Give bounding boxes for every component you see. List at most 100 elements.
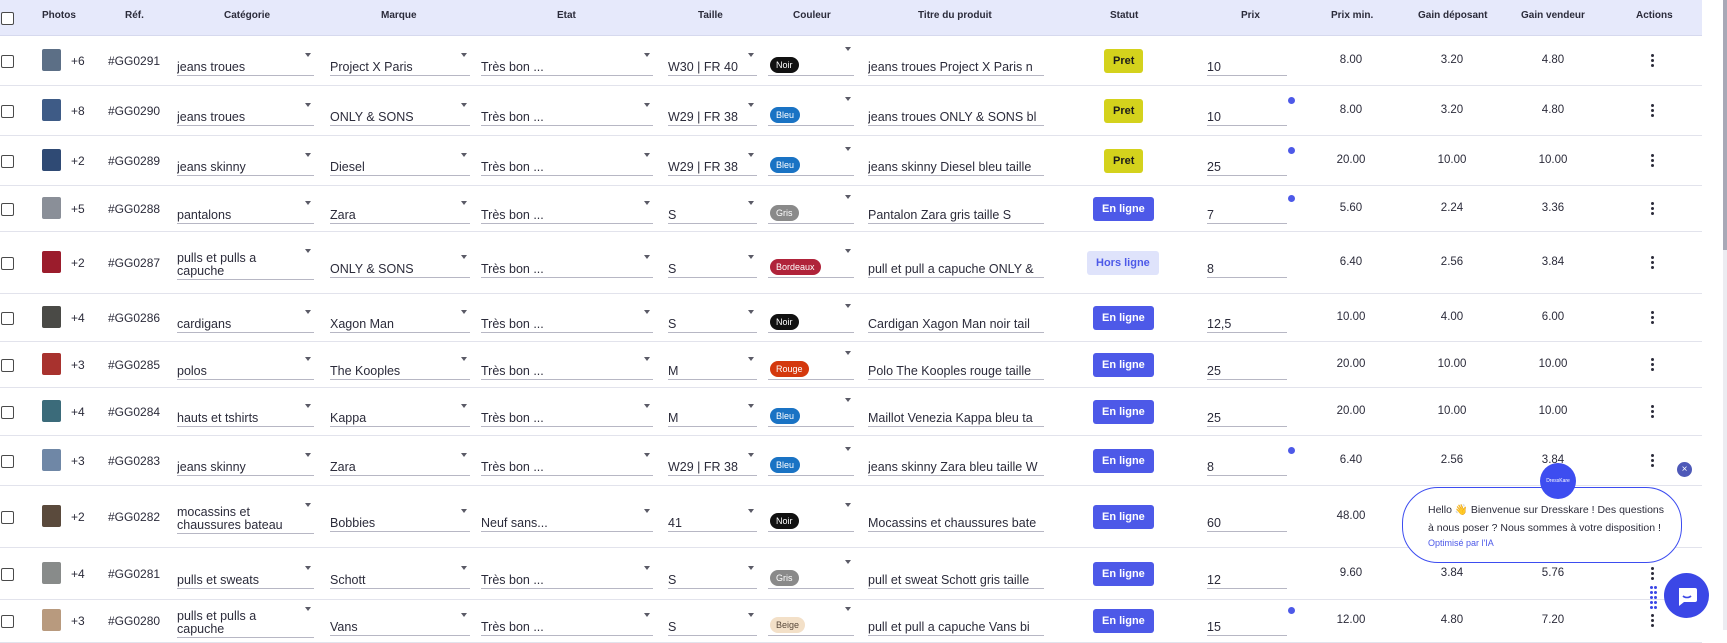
more-actions-icon[interactable] bbox=[1651, 154, 1655, 169]
etat-select[interactable]: Très bon ... bbox=[481, 255, 653, 278]
header-statut[interactable]: Statut bbox=[1110, 10, 1138, 21]
price-input[interactable]: 25 bbox=[1207, 159, 1287, 176]
marque-select[interactable]: ONLY & SONS bbox=[330, 255, 470, 278]
price-input[interactable]: 8 bbox=[1207, 459, 1287, 476]
product-title-input[interactable]: Cardigan Xagon Man noir tail bbox=[868, 316, 1044, 333]
header-etat[interactable]: Etat bbox=[557, 10, 576, 21]
row-checkbox[interactable] bbox=[1, 155, 14, 168]
price-input[interactable]: 12 bbox=[1207, 572, 1287, 589]
price-input[interactable]: 60 bbox=[1207, 515, 1287, 532]
categorie-select[interactable]: pulls et pulls a capuche bbox=[177, 249, 314, 280]
product-photo[interactable] bbox=[42, 505, 61, 527]
etat-select[interactable]: Neuf sans... bbox=[481, 509, 653, 532]
row-checkbox[interactable] bbox=[1, 406, 14, 419]
etat-select[interactable]: Très bon ... bbox=[481, 566, 653, 589]
header-ref[interactable]: Réf. bbox=[125, 10, 144, 21]
categorie-select[interactable]: mocassins et chaussures bateau bbox=[177, 503, 314, 534]
product-title-input[interactable]: Pantalon Zara gris taille S bbox=[868, 207, 1044, 224]
categorie-select[interactable]: hauts et tshirts bbox=[177, 404, 314, 427]
more-actions-icon[interactable] bbox=[1651, 311, 1655, 326]
etat-select[interactable]: Très bon ... bbox=[481, 53, 653, 76]
product-photo[interactable] bbox=[42, 49, 61, 71]
row-checkbox[interactable] bbox=[1, 55, 14, 68]
marque-select[interactable]: Kappa bbox=[330, 404, 470, 427]
status-badge[interactable]: Pret bbox=[1104, 149, 1144, 173]
header-prix[interactable]: Prix bbox=[1241, 10, 1260, 21]
categorie-select[interactable]: polos bbox=[177, 357, 314, 380]
price-input[interactable]: 15 bbox=[1207, 619, 1287, 636]
etat-select[interactable]: Très bon ... bbox=[481, 153, 653, 176]
product-photo[interactable] bbox=[42, 449, 61, 471]
header-couleur[interactable]: Couleur bbox=[793, 10, 831, 21]
status-badge[interactable]: En ligne bbox=[1093, 609, 1154, 633]
couleur-select[interactable]: Gris bbox=[768, 560, 854, 589]
taille-select[interactable]: 41 bbox=[668, 509, 757, 532]
couleur-select[interactable]: Gris bbox=[768, 195, 854, 224]
scrollbar-thumb[interactable] bbox=[1723, 0, 1727, 250]
row-checkbox[interactable] bbox=[1, 257, 14, 270]
product-photo[interactable] bbox=[42, 609, 61, 631]
marque-select[interactable]: ONLY & SONS bbox=[330, 103, 470, 126]
status-badge[interactable]: En ligne bbox=[1093, 400, 1154, 424]
more-actions-icon[interactable] bbox=[1651, 454, 1655, 469]
row-checkbox[interactable] bbox=[1, 203, 14, 216]
categorie-select[interactable]: jeans skinny bbox=[177, 453, 314, 476]
taille-select[interactable]: S bbox=[668, 613, 757, 636]
marque-select[interactable]: The Kooples bbox=[330, 357, 470, 380]
marque-select[interactable]: Schott bbox=[330, 566, 470, 589]
etat-select[interactable]: Très bon ... bbox=[481, 103, 653, 126]
marque-select[interactable]: Zara bbox=[330, 201, 470, 224]
categorie-select[interactable]: jeans troues bbox=[177, 103, 314, 126]
select-all-checkbox[interactable] bbox=[1, 12, 14, 25]
marque-select[interactable]: Xagon Man bbox=[330, 310, 470, 333]
etat-select[interactable]: Très bon ... bbox=[481, 404, 653, 427]
categorie-select[interactable]: jeans troues bbox=[177, 53, 314, 76]
status-badge[interactable]: Pret bbox=[1104, 99, 1144, 123]
chat-welcome-popup[interactable]: Hello 👋 Bienvenue sur Dresskare ! Des qu… bbox=[1402, 487, 1682, 563]
taille-select[interactable]: W29 | FR 38 bbox=[668, 153, 757, 176]
categorie-select[interactable]: pulls et sweats bbox=[177, 566, 314, 589]
header-marque[interactable]: Marque bbox=[381, 10, 417, 21]
status-badge[interactable]: En ligne bbox=[1093, 353, 1154, 377]
header-prix-min[interactable]: Prix min. bbox=[1331, 10, 1373, 21]
product-photo[interactable] bbox=[42, 400, 61, 422]
status-badge[interactable]: En ligne bbox=[1093, 562, 1154, 586]
product-title-input[interactable]: jeans skinny Zara bleu taille W bbox=[868, 459, 1044, 476]
price-input[interactable]: 7 bbox=[1207, 207, 1287, 224]
product-photo[interactable] bbox=[42, 197, 61, 219]
price-input[interactable]: 8 bbox=[1207, 261, 1287, 278]
price-input[interactable]: 10 bbox=[1207, 59, 1287, 76]
more-actions-icon[interactable] bbox=[1651, 614, 1655, 629]
product-title-input[interactable]: jeans skinny Diesel bleu taille bbox=[868, 159, 1044, 176]
more-actions-icon[interactable] bbox=[1651, 54, 1655, 69]
product-title-input[interactable]: pull et pull a capuche ONLY & bbox=[868, 261, 1044, 278]
taille-select[interactable]: S bbox=[668, 310, 757, 333]
product-photo[interactable] bbox=[42, 149, 61, 171]
marque-select[interactable]: Zara bbox=[330, 453, 470, 476]
price-input[interactable]: 25 bbox=[1207, 363, 1287, 380]
etat-select[interactable]: Très bon ... bbox=[481, 310, 653, 333]
couleur-select[interactable]: Bleu bbox=[768, 147, 854, 176]
couleur-select[interactable]: Noir bbox=[768, 304, 854, 333]
product-title-input[interactable]: jeans troues Project X Paris n bbox=[868, 59, 1044, 76]
price-input[interactable]: 12,5 bbox=[1207, 316, 1287, 333]
categorie-select[interactable]: cardigans bbox=[177, 310, 314, 333]
status-badge[interactable]: Pret bbox=[1104, 49, 1144, 73]
header-gain-vendeur[interactable]: Gain vendeur bbox=[1521, 10, 1585, 21]
row-checkbox[interactable] bbox=[1, 615, 14, 628]
taille-select[interactable]: M bbox=[668, 357, 757, 380]
product-photo[interactable] bbox=[42, 306, 61, 328]
couleur-select[interactable]: Noir bbox=[768, 503, 854, 532]
product-title-input[interactable]: Mocassins et chaussures bate bbox=[868, 515, 1044, 532]
status-badge[interactable]: En ligne bbox=[1093, 197, 1154, 221]
product-title-input[interactable]: Maillot Venezia Kappa bleu ta bbox=[868, 410, 1044, 427]
price-input[interactable]: 10 bbox=[1207, 109, 1287, 126]
more-actions-icon[interactable] bbox=[1651, 405, 1655, 420]
product-title-input[interactable]: Polo The Kooples rouge taille bbox=[868, 363, 1044, 380]
marque-select[interactable]: Bobbies bbox=[330, 509, 470, 532]
more-actions-icon[interactable] bbox=[1651, 202, 1655, 217]
price-input[interactable]: 25 bbox=[1207, 410, 1287, 427]
status-badge[interactable]: Hors ligne bbox=[1087, 251, 1159, 275]
more-actions-icon[interactable] bbox=[1651, 358, 1655, 373]
header-categorie[interactable]: Catégorie bbox=[224, 10, 270, 21]
